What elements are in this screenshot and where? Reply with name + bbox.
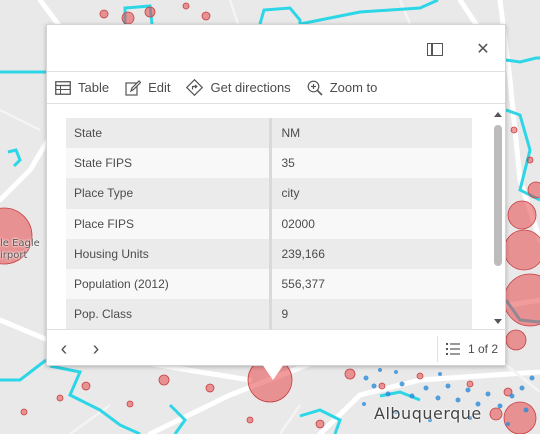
vertical-scrollbar[interactable] <box>491 104 505 329</box>
table-action-label: Table <box>78 80 110 95</box>
get-directions-action-label: Get directions <box>210 80 291 95</box>
map-label-airport: le Eagle irport <box>0 238 40 261</box>
table-row: Population (2012) 556,377 <box>66 268 472 300</box>
close-button[interactable]: ✕ <box>471 37 495 61</box>
zoom-to-action-button[interactable]: Zoom to <box>307 74 386 102</box>
table-row: State FIPS 35 <box>66 148 472 179</box>
table-icon <box>55 80 71 95</box>
zoom-in-icon <box>307 80 323 96</box>
chevron-left-icon: ‹ <box>60 338 68 360</box>
chevron-right-icon: › <box>92 338 100 360</box>
scroll-up-arrow-icon[interactable] <box>494 112 502 117</box>
attribute-key: Pop. Class <box>66 299 272 329</box>
attribute-value: 9 <box>281 307 289 322</box>
attribute-value: NM <box>281 126 301 141</box>
list-icon <box>446 343 460 355</box>
next-feature-button[interactable]: › <box>85 338 107 360</box>
popup-header: ✕ <box>47 25 505 71</box>
feature-popup: ✕ Table Edit Get directions Zoom to Stat… <box>46 24 506 366</box>
dock-button[interactable] <box>423 37 447 61</box>
popup-footer: ‹ › 1 of 2 <box>47 329 505 367</box>
attribute-key: Housing Units <box>66 238 272 269</box>
attribute-key: Place FIPS <box>66 208 272 239</box>
table-row: Place FIPS 02000 <box>66 208 472 239</box>
attribute-value: city <box>281 186 300 201</box>
table-action-button[interactable]: Table <box>55 74 117 102</box>
map-label-city: Albuquerque <box>374 404 482 423</box>
attribute-key: State <box>66 118 272 149</box>
popup-content[interactable]: State NM State FIPS 35 Place Type city P… <box>47 103 505 329</box>
attribute-value: 556,377 <box>281 277 325 292</box>
scroll-down-arrow-icon[interactable] <box>494 319 502 324</box>
dock-icon <box>427 42 443 56</box>
zoom-to-action-label: Zoom to <box>329 80 378 95</box>
directions-icon <box>186 79 204 96</box>
edit-action-label: Edit <box>148 80 171 95</box>
table-row: Pop. Class 9 <box>66 299 472 329</box>
table-row: State NM <box>66 118 472 149</box>
feature-pager-button[interactable]: 1 of 2 <box>437 336 505 362</box>
popup-action-bar: Table Edit Get directions Zoom to <box>47 71 505 103</box>
get-directions-action-button[interactable]: Get directions <box>186 74 298 102</box>
attribute-key: Place Type <box>66 178 272 209</box>
attribute-key: State FIPS <box>66 148 272 179</box>
close-icon: ✕ <box>476 41 490 58</box>
attribute-key: Population (2012) <box>66 268 272 300</box>
edit-icon <box>125 79 142 96</box>
pager-text: 1 of 2 <box>468 342 499 356</box>
table-row: Place Type city <box>66 178 472 209</box>
edit-action-button[interactable]: Edit <box>125 74 178 102</box>
previous-feature-button[interactable]: ‹ <box>53 338 75 360</box>
attribute-value: 239,166 <box>281 246 325 261</box>
attribute-value: 02000 <box>281 216 315 231</box>
scrollbar-thumb[interactable] <box>494 125 502 266</box>
popup-pointer <box>262 364 284 380</box>
attribute-table: State NM State FIPS 35 Place Type city P… <box>66 118 472 329</box>
attribute-value: 35 <box>281 156 295 171</box>
table-row: Housing Units 239,166 <box>66 238 472 269</box>
